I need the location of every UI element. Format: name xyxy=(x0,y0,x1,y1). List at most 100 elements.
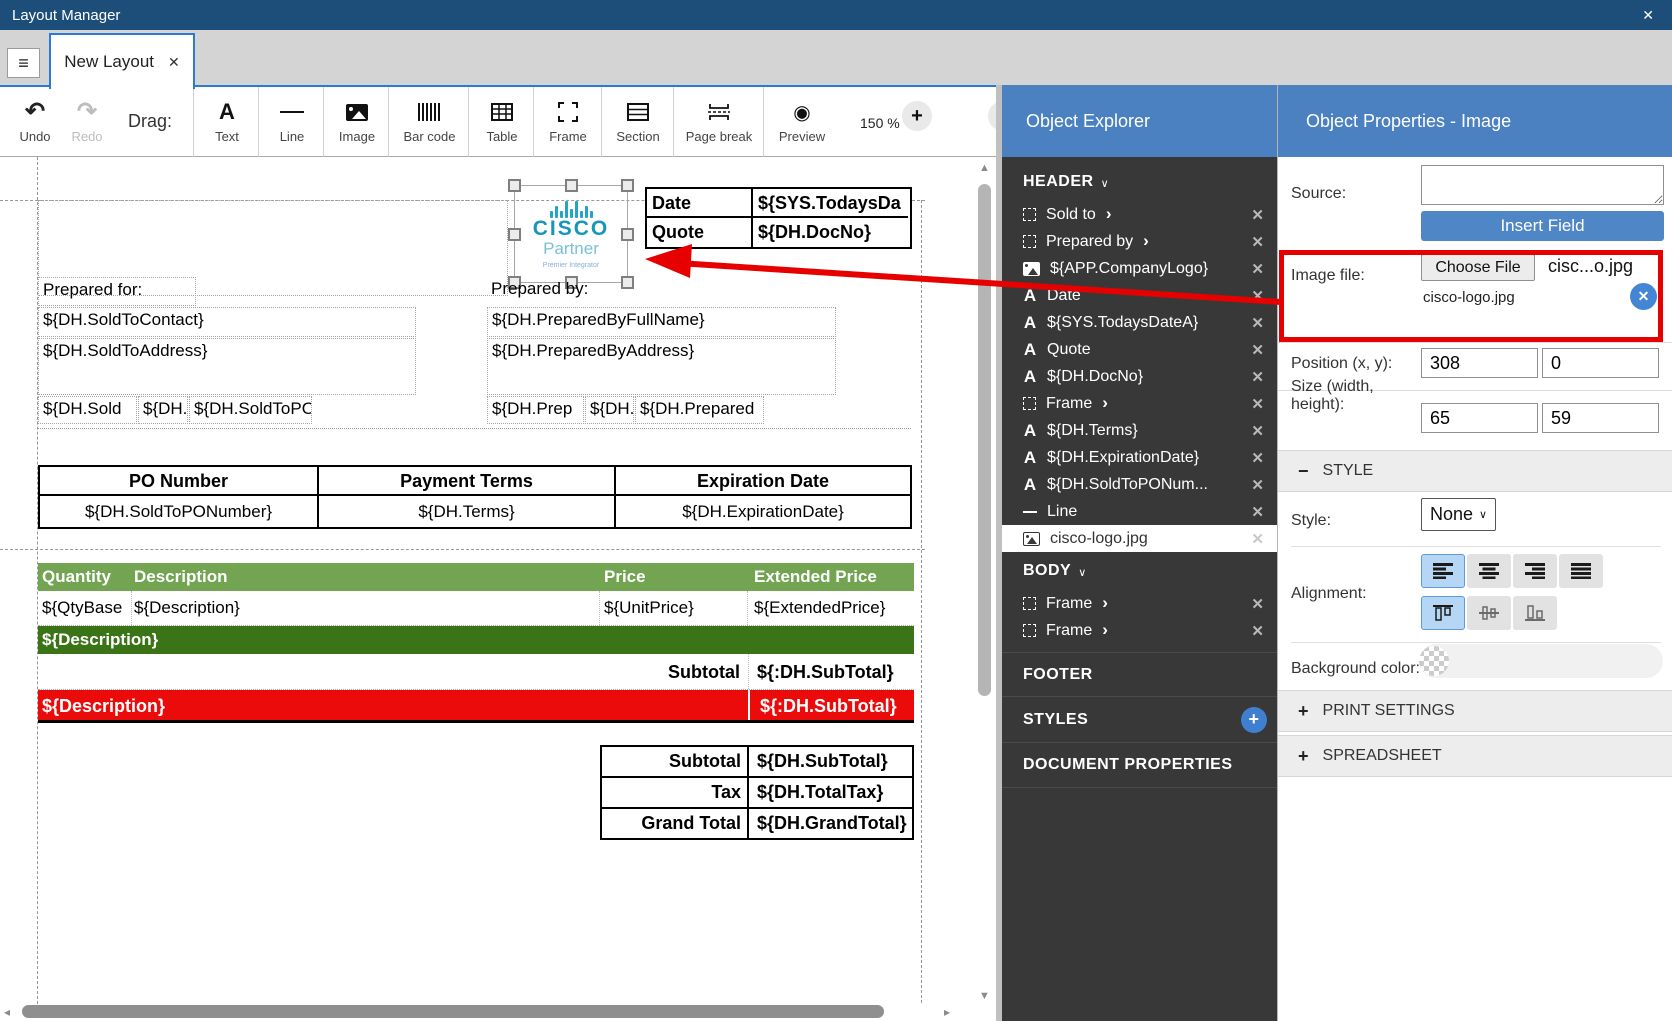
explorer-item-expirationdate[interactable]: A ${DH.ExpirationDate} ✕ xyxy=(1002,444,1277,471)
valign-bottom-button[interactable] xyxy=(1513,596,1557,630)
window-close-icon[interactable]: ✕ xyxy=(1636,7,1660,24)
position-x-input[interactable] xyxy=(1421,348,1538,378)
remove-icon[interactable]: ✕ xyxy=(1251,503,1277,521)
zoom-in-button[interactable]: + xyxy=(902,101,932,131)
valign-top-button[interactable] xyxy=(1421,596,1465,630)
insert-field-button[interactable]: Insert Field xyxy=(1421,211,1664,241)
align-justify-button[interactable] xyxy=(1559,554,1603,588)
explorer-item-companylogo[interactable]: ${APP.CompanyLogo} ✕ xyxy=(1002,255,1277,282)
resize-handle[interactable] xyxy=(621,228,634,241)
po-table[interactable]: PO Number Payment Terms Expiration Date … xyxy=(38,465,912,529)
soldto-contact-field[interactable]: ${DH.SoldToContact} xyxy=(38,307,416,337)
remove-icon[interactable]: ✕ xyxy=(1251,395,1277,413)
tool-line[interactable]: Line xyxy=(262,93,322,151)
tool-preview[interactable]: ◉ Preview xyxy=(767,93,837,151)
preparedby-postal-field[interactable]: ${DH.Prepared xyxy=(635,396,764,424)
align-left-button[interactable] xyxy=(1421,554,1465,588)
cisco-logo-object[interactable]: CISCO Partner Premier Integrator xyxy=(514,185,628,283)
remove-icon[interactable]: ✕ xyxy=(1251,622,1277,640)
remove-icon[interactable]: ✕ xyxy=(1251,341,1277,359)
explorer-item-docno[interactable]: A ${DH.DocNo} ✕ xyxy=(1002,363,1277,390)
tool-text[interactable]: A Text xyxy=(197,93,257,151)
soldto-address-field[interactable]: ${DH.SoldToAddress} xyxy=(38,338,416,395)
prepared-for-label[interactable]: Prepared for: xyxy=(38,277,196,306)
explorer-item-quote[interactable]: A Quote ✕ xyxy=(1002,336,1277,363)
explorer-item-ciscologo[interactable]: cisco-logo.jpg ✕ xyxy=(1002,525,1277,552)
tool-frame[interactable]: Frame xyxy=(537,93,599,151)
scroll-up-icon[interactable]: ▲ xyxy=(979,162,990,174)
remove-icon[interactable]: ✕ xyxy=(1251,476,1277,494)
preparedby-city-field[interactable]: ${DH.Prep xyxy=(487,396,584,424)
background-color-bar[interactable] xyxy=(1419,644,1663,678)
section-body[interactable]: BODY ∨ xyxy=(1002,552,1277,590)
vertical-scrollbar[interactable]: ▲ ▼ xyxy=(976,162,994,1002)
transparent-color-swatch[interactable] xyxy=(1419,646,1449,676)
explorer-item-todaysdate[interactable]: A ${SYS.TodaysDateA} ✕ xyxy=(1002,309,1277,336)
choose-file-button[interactable]: Choose File xyxy=(1421,254,1535,281)
tool-table[interactable]: Table xyxy=(472,93,532,151)
style-select[interactable]: None ∨ xyxy=(1421,498,1496,531)
tool-section[interactable]: Section xyxy=(605,93,671,151)
remove-icon[interactable]: ✕ xyxy=(1251,449,1277,467)
remove-icon[interactable]: ✕ xyxy=(1251,595,1277,613)
explorer-item-body-frame-2[interactable]: Frame › ✕ xyxy=(1002,617,1277,644)
clear-file-icon[interactable]: ✕ xyxy=(1630,283,1657,310)
remove-icon[interactable]: ✕ xyxy=(1251,287,1277,305)
line-items-table[interactable]: Quantity Description Price Extended Pric… xyxy=(38,563,914,723)
tab-new-layout[interactable]: New Layout ✕ xyxy=(49,33,195,89)
remove-icon[interactable]: ✕ xyxy=(1251,206,1277,224)
explorer-item-frame[interactable]: Frame › ✕ xyxy=(1002,390,1277,417)
section-document-properties[interactable]: DOCUMENT PROPERTIES xyxy=(1002,742,1277,788)
position-y-input[interactable] xyxy=(1542,348,1659,378)
tab-close-icon[interactable]: ✕ xyxy=(168,54,180,71)
resize-handle[interactable] xyxy=(508,179,521,192)
redo-button[interactable]: ↷ Redo xyxy=(64,93,110,151)
horizontal-scrollbar-thumb[interactable] xyxy=(22,1005,884,1018)
menu-icon[interactable]: ≡ xyxy=(7,48,40,78)
align-center-button[interactable] xyxy=(1467,554,1511,588)
add-style-button[interactable]: + xyxy=(1241,707,1267,733)
scroll-right-icon[interactable]: ▸ xyxy=(944,1005,950,1019)
explorer-item-preparedby[interactable]: Prepared by › ✕ xyxy=(1002,228,1277,255)
prepared-by-label[interactable]: Prepared by: xyxy=(487,277,659,306)
tool-pagebreak[interactable]: Page break xyxy=(677,93,761,151)
explorer-item-terms[interactable]: A ${DH.Terms} ✕ xyxy=(1002,417,1277,444)
scroll-down-icon[interactable]: ▼ xyxy=(979,990,990,1002)
size-width-input[interactable] xyxy=(1421,403,1538,433)
remove-icon[interactable]: ✕ xyxy=(1251,233,1277,251)
tool-barcode[interactable]: Bar code xyxy=(392,93,467,151)
preparedby-name-field[interactable]: ${DH.PreparedByFullName} xyxy=(487,307,836,337)
explorer-item-body-frame-1[interactable]: Frame › ✕ xyxy=(1002,590,1277,617)
totals-table[interactable]: Subtotal ${DH.SubTotal} Tax ${DH.TotalTa… xyxy=(600,745,914,840)
valign-middle-button[interactable] xyxy=(1467,596,1511,630)
design-canvas[interactable]: CISCO Partner Premier Integrator Date ${… xyxy=(0,157,1002,1021)
preparedby-address-field[interactable]: ${DH.PreparedByAddress} xyxy=(487,338,836,395)
remove-icon[interactable]: ✕ xyxy=(1251,530,1277,548)
source-textarea[interactable] xyxy=(1421,165,1664,205)
section-header[interactable]: HEADER ∨ xyxy=(1002,163,1277,201)
align-right-button[interactable] xyxy=(1513,554,1557,588)
preparedby-state-field[interactable]: ${DH. xyxy=(585,396,634,424)
soldto-city-field[interactable]: ${DH.Sold xyxy=(38,396,137,424)
soldto-postal-field[interactable]: ${DH.SoldToPO xyxy=(189,396,312,424)
size-height-input[interactable] xyxy=(1542,403,1659,433)
remove-icon[interactable]: ✕ xyxy=(1251,260,1277,278)
remove-icon[interactable]: ✕ xyxy=(1251,422,1277,440)
horizontal-scrollbar[interactable]: ◂ ▸ xyxy=(0,1003,972,1021)
spreadsheet-section-header[interactable]: + SPREADSHEET xyxy=(1278,735,1672,777)
remove-icon[interactable]: ✕ xyxy=(1251,368,1277,386)
scroll-left-icon[interactable]: ◂ xyxy=(4,1005,10,1019)
resize-handle[interactable] xyxy=(565,179,578,192)
style-section-header[interactable]: − STYLE xyxy=(1278,450,1672,492)
resize-handle[interactable] xyxy=(508,228,521,241)
soldto-state-field[interactable]: ${DH. xyxy=(138,396,188,424)
vertical-scrollbar-thumb[interactable] xyxy=(978,184,991,696)
explorer-item-line[interactable]: Line ✕ xyxy=(1002,498,1277,525)
undo-button[interactable]: ↶ Undo xyxy=(12,93,58,151)
date-quote-table[interactable]: Date ${SYS.TodaysDa Quote ${DH.DocNo} xyxy=(645,187,912,249)
explorer-item-soldto[interactable]: Sold to › ✕ xyxy=(1002,201,1277,228)
print-settings-section-header[interactable]: + PRINT SETTINGS xyxy=(1278,690,1672,732)
remove-icon[interactable]: ✕ xyxy=(1251,314,1277,332)
section-styles[interactable]: STYLES + xyxy=(1002,696,1277,742)
tool-image[interactable]: Image xyxy=(327,93,387,151)
